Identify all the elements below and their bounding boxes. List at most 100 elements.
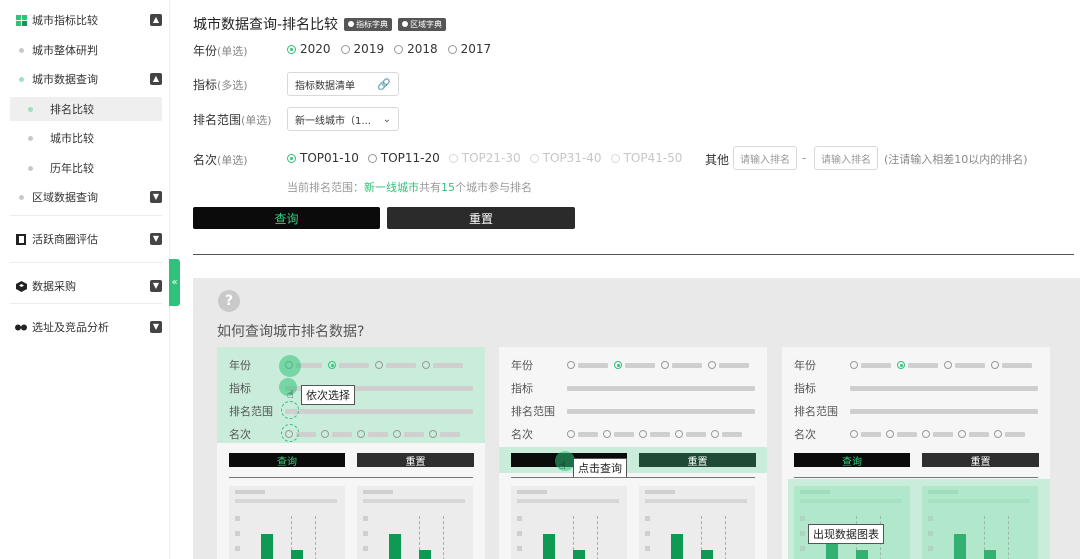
indicator-label: 指标(多选) bbox=[193, 78, 248, 92]
indicator-selector[interactable]: 指标数据清单 🔗 bbox=[287, 72, 399, 96]
rank-option-top11-20[interactable]: TOP11-20 bbox=[367, 151, 440, 165]
click-marker bbox=[279, 355, 301, 377]
rank-option-top21-30: TOP21-30 bbox=[448, 151, 521, 165]
rank-end-input[interactable]: 请输入排名 bbox=[814, 146, 878, 170]
radio-icon bbox=[610, 153, 620, 163]
sidebar-item-label: 数据采购 bbox=[32, 280, 76, 293]
radio-icon bbox=[448, 153, 458, 163]
year-option-2018[interactable]: 2018 bbox=[394, 42, 438, 56]
rank-range-select[interactable]: 新一线城市（1... ⌄ bbox=[287, 107, 399, 131]
year-option-2017[interactable]: 2017 bbox=[447, 42, 491, 56]
chevron-down-icon[interactable]: ▼ bbox=[150, 233, 162, 245]
year-option-2019[interactable]: 2019 bbox=[340, 42, 384, 56]
sidebar-item-city-index-compare[interactable]: 城市指标比较 ▲ bbox=[10, 8, 162, 32]
tooltip-chart-appears: 出现数据图表 bbox=[808, 524, 884, 544]
link-icon: 🔗 bbox=[377, 77, 391, 91]
radio-checked-icon bbox=[287, 44, 296, 54]
question-icon: ? bbox=[218, 290, 240, 312]
click-marker bbox=[281, 424, 299, 442]
sidebar-item-city-compare[interactable]: 城市比较 bbox=[10, 126, 162, 150]
tooltip-select-in-order: 依次选择 bbox=[301, 385, 355, 405]
tutorial-step-2-card: 年份 指标 排名范围 名次 查询 重置 ☝ 点击查询 bbox=[499, 347, 767, 559]
sidebar-item-region-data-query[interactable]: 区域数据查询 ▼ bbox=[10, 185, 162, 209]
circle-icon bbox=[402, 21, 409, 27]
sidebar-item-city-overall[interactable]: 城市整体研判 bbox=[10, 38, 162, 62]
rank-option-top01-10[interactable]: TOP01-10 bbox=[287, 151, 359, 165]
sidebar-item-city-data-query[interactable]: 城市数据查询 ▲ bbox=[10, 67, 162, 91]
mock-chart bbox=[511, 486, 627, 559]
page-title: 城市数据查询-排名比较 bbox=[193, 17, 339, 33]
mock-reset-button: 重置 bbox=[922, 453, 1039, 468]
sidebar-item-label: 选址及竞品分析 bbox=[32, 321, 109, 334]
sidebar-item-business-district[interactable]: 活跃商圈评估 ▼ bbox=[10, 227, 162, 251]
collapse-sidebar-button[interactable]: « bbox=[169, 259, 180, 306]
tooltip-click-query: 点击查询 bbox=[573, 458, 627, 478]
circle-icon bbox=[348, 21, 355, 27]
book-icon bbox=[10, 233, 32, 245]
chevron-up-icon[interactable]: ▲ bbox=[150, 14, 162, 26]
year-option-2020[interactable]: 2020 bbox=[287, 42, 331, 56]
indicator-dictionary-badge[interactable]: 指标字典 bbox=[344, 17, 393, 31]
year-label: 年份(单选) bbox=[193, 44, 248, 58]
sidebar-item-label: 区域数据查询 bbox=[32, 191, 98, 204]
dot-icon bbox=[27, 135, 33, 141]
tutorial-step-1-card: 年份 指标 排名范围 名次 ☝ 依次选择 查询 重置 bbox=[217, 347, 485, 559]
sidebar-item-data-purchase[interactable]: 数据采购 ▼ bbox=[10, 274, 162, 298]
radio-icon bbox=[394, 44, 404, 54]
dot-icon bbox=[18, 194, 24, 200]
dot-icon bbox=[18, 47, 24, 53]
mock-reset-button: 重置 bbox=[357, 453, 474, 468]
rank-note: (注请输入相差10以内的排名) bbox=[884, 153, 1028, 166]
query-button[interactable]: 查询 bbox=[193, 207, 380, 229]
mock-row-rank: 名次 bbox=[229, 426, 473, 442]
rank-label: 名次(单选) bbox=[193, 153, 248, 167]
mock-chart bbox=[229, 486, 345, 559]
sidebar-item-year-compare[interactable]: 历年比较 bbox=[10, 156, 162, 180]
grid-icon bbox=[10, 14, 32, 26]
mock-query-button: 查询 bbox=[229, 453, 345, 468]
radio-icon bbox=[529, 153, 539, 163]
chevron-down-icon[interactable]: ▼ bbox=[150, 321, 162, 333]
sidebar-item-site-selection[interactable]: 选址及竞品分析 ▼ bbox=[10, 315, 162, 339]
dot-icon bbox=[27, 165, 33, 171]
chevron-up-icon[interactable]: ▲ bbox=[150, 73, 162, 85]
tutorial-step-3-card: 年份 指标 排名范围 名次 查询 重置 出现数据图表 bbox=[782, 347, 1050, 559]
mock-reset-button: 重置 bbox=[639, 453, 756, 468]
reset-button[interactable]: 重置 bbox=[387, 207, 575, 229]
chevron-down-icon: ⌄ bbox=[382, 113, 391, 125]
radio-icon bbox=[447, 44, 457, 54]
tutorial-title: 如何查询城市排名数据? bbox=[217, 324, 365, 340]
double-chevron-left-icon: « bbox=[171, 277, 178, 288]
radio-checked-icon bbox=[287, 153, 296, 163]
rank-option-top31-40: TOP31-40 bbox=[529, 151, 602, 165]
current-range-info: 当前排名范围：新一线城市共有15个城市参与排名 bbox=[287, 181, 532, 194]
link-icon bbox=[10, 323, 32, 332]
dot-icon bbox=[18, 76, 24, 82]
radio-icon bbox=[340, 44, 350, 54]
page-title-row: 城市数据查询-排名比较 指标字典 区域字典 bbox=[193, 14, 447, 34]
pointer-cursor-icon: ☝ bbox=[559, 459, 566, 472]
sidebar-item-label: 历年比较 bbox=[50, 162, 94, 175]
cube-icon bbox=[10, 280, 32, 292]
region-dictionary-badge[interactable]: 区域字典 bbox=[398, 17, 447, 31]
highlight-overlay bbox=[788, 479, 1050, 559]
mock-row-range: 排名范围 bbox=[229, 403, 473, 419]
rank-start-input[interactable]: 请输入排名 bbox=[733, 146, 797, 170]
mock-chart bbox=[639, 486, 755, 559]
year-radio-group: 2020 2019 2018 2017 bbox=[287, 42, 491, 56]
sidebar-item-rank-compare[interactable]: 排名比较 bbox=[10, 97, 162, 121]
chevron-down-icon[interactable]: ▼ bbox=[150, 191, 162, 203]
dot-icon bbox=[27, 106, 33, 112]
chevron-down-icon[interactable]: ▼ bbox=[150, 280, 162, 292]
sidebar-item-label: 活跃商圈评估 bbox=[32, 233, 98, 246]
rank-range-label: 排名范围(单选) bbox=[193, 113, 272, 127]
radio-icon bbox=[367, 153, 377, 163]
sidebar: 城市指标比较 ▲ 城市整体研判 城市数据查询 ▲ 排名比较 城市比较 历年比较 … bbox=[0, 0, 170, 559]
sidebar-item-label: 城市整体研判 bbox=[32, 44, 98, 57]
rank-option-top41-50: TOP41-50 bbox=[610, 151, 682, 165]
divider bbox=[10, 303, 162, 304]
sidebar-item-label: 城市数据查询 bbox=[32, 73, 98, 86]
sidebar-item-label: 城市指标比较 bbox=[32, 14, 98, 27]
mock-chart bbox=[357, 486, 473, 559]
other-label: 其他 bbox=[705, 153, 730, 167]
